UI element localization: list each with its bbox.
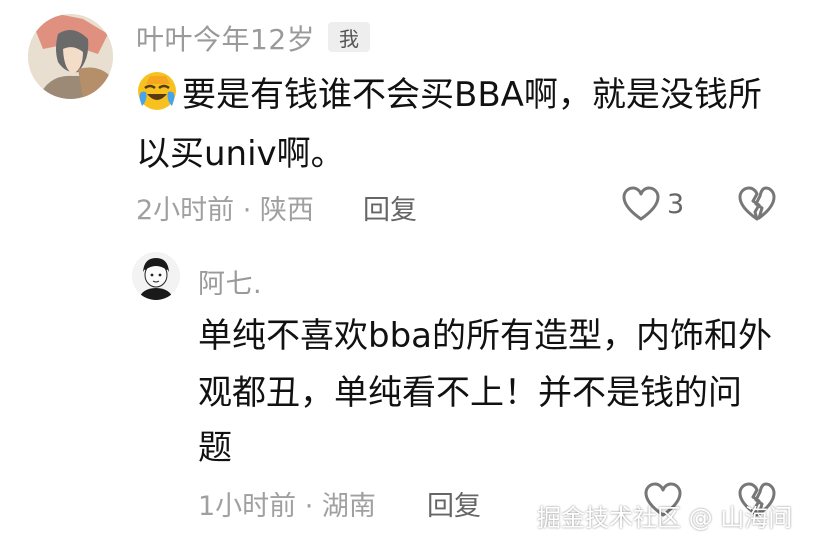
watermark: 掘金技术社区 @ 山海间 — [537, 504, 793, 532]
face-palm-emoji — [136, 70, 178, 112]
me-badge: 我 — [328, 22, 370, 52]
reply-text-line1: 单纯不喜欢bba的所有造型，内饰和外 — [198, 316, 772, 356]
avatar-illustration — [28, 14, 113, 99]
reply-meta: 1小时前 · 湖南 — [198, 491, 376, 522]
broken-heart-icon[interactable] — [738, 186, 776, 222]
heart-icon[interactable] — [622, 186, 660, 222]
like-count: 3 — [667, 189, 685, 220]
reply-username[interactable]: 阿七. — [198, 262, 262, 301]
comment-username[interactable]: 叶叶今年12岁 — [136, 18, 315, 58]
comment-meta: 2小时前 · 陕西 — [136, 195, 314, 226]
reply-avatar[interactable] — [132, 252, 180, 300]
comment-text-line1: 要是有钱谁不会买BBA啊，就是没钱所 — [182, 75, 762, 115]
reply-reply-button[interactable]: 回复 — [427, 484, 481, 523]
reply-button[interactable]: 回复 — [363, 188, 417, 227]
comment-text-line2: 以买univ啊。 — [136, 134, 345, 174]
reply-text-line3: 题 — [198, 428, 232, 468]
reply-text-line2: 观都丑，单纯看不上！并不是钱的问 — [198, 373, 742, 413]
avatar[interactable] — [28, 14, 113, 99]
